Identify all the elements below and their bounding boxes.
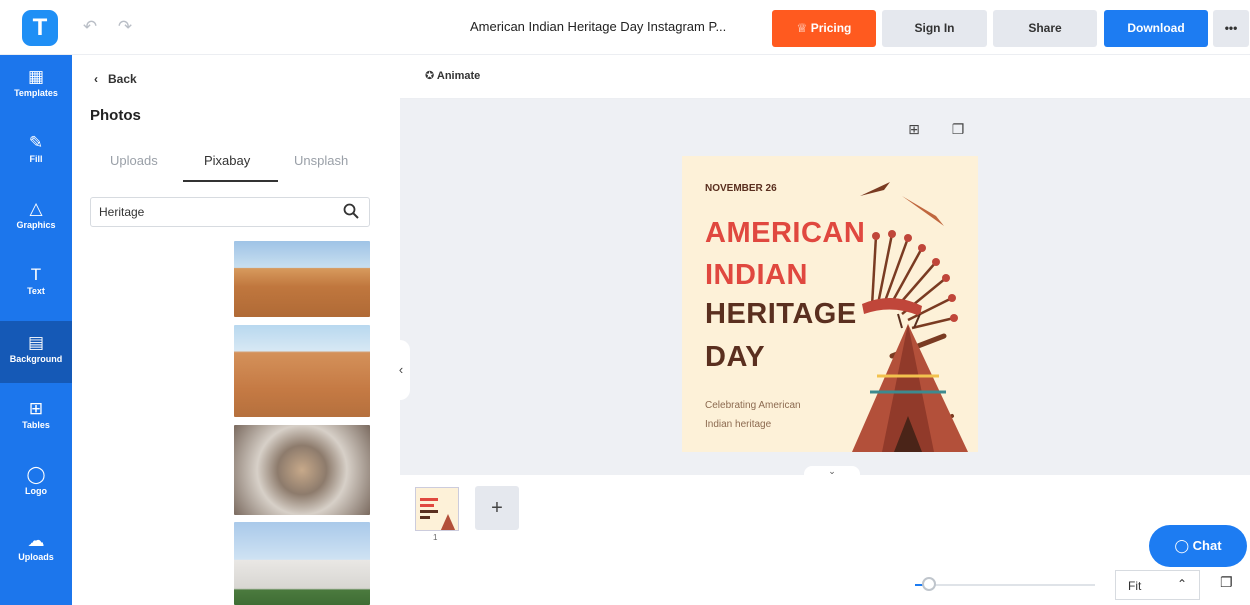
download-button[interactable]: Download [1104,10,1208,47]
shapes-icon: △ [29,199,43,218]
logo-icon: ◯ [26,465,46,484]
table-icon: ⊞ [28,399,44,418]
animate-label: Animate [436,70,481,82]
rail-item-background[interactable]: ▤ Background [0,321,72,383]
subtitle-line: Celebrating American [705,400,801,411]
pricing-label: Pricing [810,21,852,35]
zoom-value: Fit [1128,579,1142,593]
duplicate-page-icon[interactable]: ❐ [950,121,966,137]
canvas-toolbar: ✪ Animate [400,55,1250,99]
text-icon: T [30,265,42,284]
subtitle-line: Indian heritage [705,419,772,430]
search-value[interactable]: Heritage [99,205,144,219]
rail-item-logo[interactable]: ◯ Logo [0,453,72,515]
animate-icon: ✪ [425,70,435,82]
sign-in-button[interactable]: Sign In [882,10,987,47]
share-button[interactable]: Share [993,10,1097,47]
background-icon: ▤ [27,333,45,352]
rail-label: Templates [14,88,58,98]
animate-button[interactable]: ✪ Animate [425,69,480,82]
rail-label: Tables [22,420,50,430]
photo-thumbnail[interactable] [234,241,370,317]
collapse-panel-button[interactable]: ‹ [392,340,410,400]
rail-item-text[interactable]: T Text [0,253,72,315]
redo-icon[interactable]: ↷ [115,17,135,37]
chevron-up-icon: ⌃ [1176,577,1187,591]
tab-pixabay[interactable]: Pixabay [204,153,250,168]
photos-panel: ‹ Back Photos Uploads Pixabay Unsplash H… [72,55,400,605]
pricing-button[interactable]: ♕ Pricing [772,10,876,47]
rail-label: Background [9,354,63,364]
tab-uploads[interactable]: Uploads [110,153,158,168]
headdress-tipi-illustration[interactable] [832,156,978,452]
pages-icon[interactable]: ❐ [1220,574,1240,594]
left-rail: ▦ Templates ✎ Fill △ Graphics T Text ▤ B… [0,55,72,605]
undo-icon[interactable]: ↶ [80,17,100,37]
page-thumbnail[interactable] [415,487,459,531]
rail-label: Text [27,286,45,296]
chevron-left-icon: ‹ [94,72,105,86]
photo-thumbnail[interactable] [234,522,370,605]
design-date[interactable]: NOVEMBER 26 [705,183,777,194]
back-button[interactable]: ‹ Back [94,72,137,86]
zoom-slider-handle[interactable] [922,577,936,591]
photo-thumbnail[interactable] [234,325,370,417]
thumbnail-preview [420,498,456,530]
search-input[interactable]: Heritage [90,197,370,227]
document-title[interactable]: American Indian Heritage Day Instagram P… [470,19,726,34]
chevron-down-icon[interactable]: ⌄ [804,466,860,480]
rail-label: Uploads [18,552,54,562]
add-page-button[interactable]: + [475,486,519,530]
photo-thumbnail[interactable] [234,425,370,515]
app-logo[interactable]: T [22,10,58,46]
zoom-select[interactable]: Fit ⌃ [1115,570,1200,600]
active-tab-indicator [183,180,278,182]
zoom-slider[interactable] [915,584,1095,586]
search-icon[interactable] [343,203,359,219]
back-label: Back [108,72,137,86]
rail-item-fill[interactable]: ✎ Fill [0,121,72,183]
rail-label: Graphics [16,220,56,230]
rail-item-graphics[interactable]: △ Graphics [0,187,72,249]
page-number: 1 [433,533,438,542]
design-canvas[interactable]: NOVEMBER 26 AMERICAN INDIAN HERITAGE DAY… [682,156,978,452]
more-options-button[interactable]: ••• [1213,10,1249,47]
design-heading-line[interactable]: DAY [705,340,765,374]
cloud-upload-icon: ☁ [27,531,45,550]
chat-label: Chat [1192,538,1222,553]
rail-label: Logo [25,486,47,496]
panel-title: Photos [90,107,141,124]
brush-icon: ✎ [28,133,44,152]
rail-item-tables[interactable]: ⊞ Tables [0,387,72,449]
design-subtitle[interactable]: Celebrating American Indian heritage [705,396,845,434]
design-heading-line[interactable]: INDIAN [705,258,808,292]
rail-item-templates[interactable]: ▦ Templates [0,55,72,117]
top-bar: T ↶ ↷ American Indian Heritage Day Insta… [0,0,1250,55]
chat-button[interactable]: ◯ Chat [1149,525,1247,567]
rail-item-uploads[interactable]: ☁ Uploads [0,519,72,581]
crown-icon: ♕ [796,21,808,35]
add-page-icon[interactable]: ⊞ [906,121,922,137]
rail-label: Fill [29,154,43,164]
templates-icon: ▦ [27,67,45,86]
chat-bubble-icon: ◯ [1174,538,1190,553]
tab-unsplash[interactable]: Unsplash [294,153,348,168]
